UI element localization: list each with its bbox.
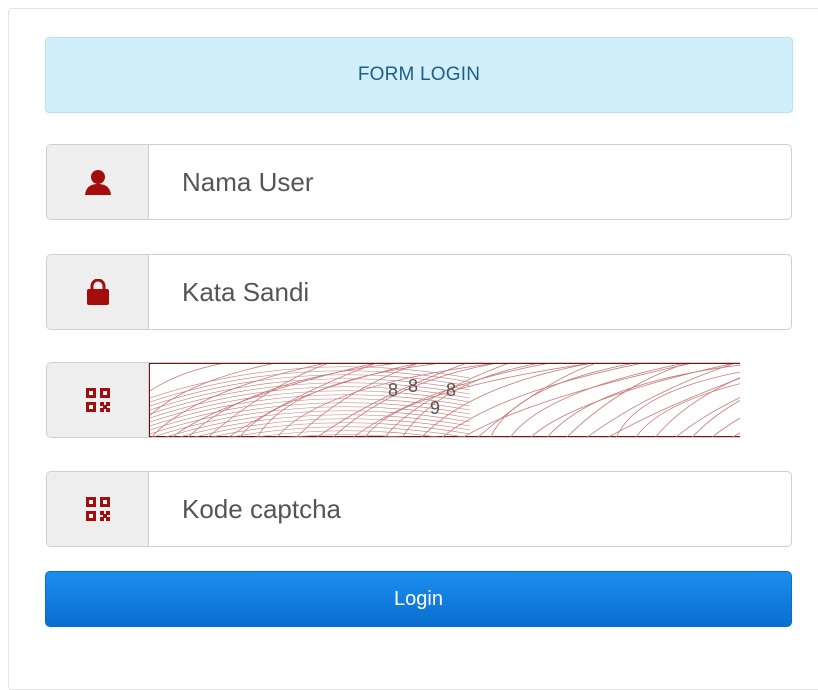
password-addon (47, 255, 149, 329)
username-input[interactable] (149, 145, 791, 219)
lock-icon (86, 279, 110, 305)
captcha-drawing: 8 8 89 (150, 364, 740, 437)
username-group (46, 144, 792, 220)
captcha-input[interactable] (149, 472, 791, 546)
captcha-input-addon (47, 472, 149, 546)
password-group (46, 254, 792, 330)
qrcode-icon (85, 388, 110, 412)
login-button[interactable]: Login (45, 571, 792, 627)
captcha-group: 8889 (46, 362, 740, 438)
captcha-image: 8889 (149, 363, 740, 437)
captcha-digit: 8 (446, 380, 456, 400)
login-label: Login (394, 587, 443, 610)
form-header: FORM LOGIN (45, 37, 793, 113)
username-addon (47, 145, 149, 219)
captcha-digit: 9 (430, 398, 440, 418)
captcha-addon (47, 363, 149, 437)
user-icon (84, 169, 112, 195)
qrcode-icon (85, 497, 110, 521)
captcha-input-group (46, 471, 792, 547)
form-title: FORM LOGIN (357, 64, 481, 85)
captcha-digit: 8 (408, 376, 418, 396)
captcha-digit: 8 (388, 380, 398, 400)
password-input[interactable] (149, 255, 791, 329)
